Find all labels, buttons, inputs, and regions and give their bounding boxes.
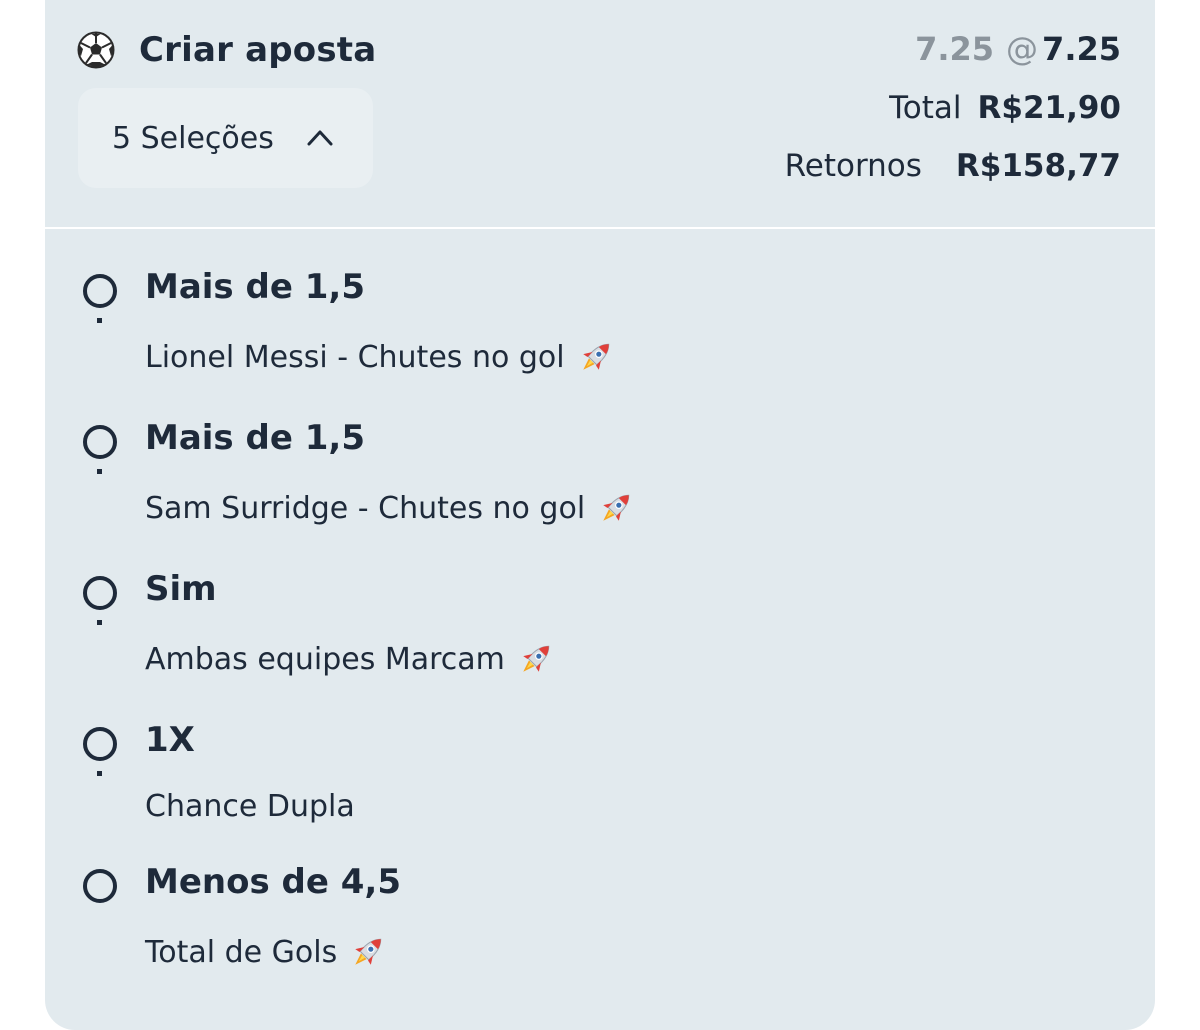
connector-dot bbox=[97, 771, 102, 776]
selections-count-label: 5 Seleções bbox=[112, 120, 274, 156]
odds-display: 7.25 @ 7.25 bbox=[915, 30, 1121, 68]
returns-label: Retornos bbox=[784, 148, 922, 184]
connector-dot bbox=[97, 469, 102, 474]
page-title: Criar aposta bbox=[139, 30, 377, 70]
connector-dot bbox=[97, 318, 102, 323]
selection-market: Sam Surridge - Chutes no gol bbox=[145, 487, 637, 529]
total-row: Total R$21,90 bbox=[889, 90, 1121, 126]
soccer-ball-icon bbox=[77, 31, 115, 69]
selection-market-text: Lionel Messi - Chutes no gol bbox=[145, 339, 565, 375]
chevron-up-icon bbox=[306, 126, 334, 148]
returns-value: R$158,77 bbox=[955, 148, 1121, 184]
selection-market-text: Sam Surridge - Chutes no gol bbox=[145, 490, 586, 526]
odds-original: 7.25 bbox=[915, 30, 995, 68]
selections-toggle-button[interactable]: 5 Seleções bbox=[78, 88, 373, 188]
selection-status-circle bbox=[83, 869, 117, 903]
selection-market-text: Ambas equipes Marcam bbox=[145, 641, 505, 677]
selection-title: Mais de 1,5 bbox=[145, 418, 365, 458]
selection-item: Mais de 1,5 Lionel Messi - Chutes no gol bbox=[45, 229, 1155, 375]
odds-current: 7.25 bbox=[1042, 30, 1121, 68]
rocket-icon bbox=[347, 931, 389, 973]
title-row: Criar aposta bbox=[77, 30, 376, 70]
rocket-icon bbox=[595, 487, 637, 529]
selection-market-text: Chance Dupla bbox=[145, 789, 355, 824]
rocket-icon bbox=[515, 638, 557, 680]
selection-status-circle bbox=[83, 576, 117, 610]
selection-market-text: Total de Gols bbox=[145, 934, 338, 970]
selection-title: Mais de 1,5 bbox=[145, 267, 365, 307]
connector-dot bbox=[97, 620, 102, 625]
selection-status-circle bbox=[83, 274, 117, 308]
selection-market: Chance Dupla bbox=[145, 789, 355, 824]
selection-title: Sim bbox=[145, 569, 217, 609]
selection-status-circle bbox=[83, 425, 117, 459]
selection-item: 1X Chance Dupla bbox=[45, 682, 1155, 824]
total-label: Total bbox=[889, 90, 962, 126]
selection-title: 1X bbox=[145, 720, 195, 760]
selection-market: Ambas equipes Marcam bbox=[145, 638, 557, 680]
selection-item: Sim Ambas equipes Marcam bbox=[45, 531, 1155, 677]
selection-item: Menos de 4,5 Total de Gols bbox=[45, 824, 1155, 970]
odds-separator: @ bbox=[1006, 30, 1039, 68]
selection-market: Total de Gols bbox=[145, 931, 389, 973]
selection-item: Mais de 1,5 Sam Surridge - Chutes no gol bbox=[45, 380, 1155, 526]
total-value: R$21,90 bbox=[977, 90, 1122, 126]
rocket-icon bbox=[575, 336, 617, 378]
selection-title: Menos de 4,5 bbox=[145, 862, 401, 902]
bet-builder-card: Criar aposta 5 Seleções 7.25 @ 7.25 Tota… bbox=[45, 0, 1155, 1030]
returns-row: Retornos R$158,77 bbox=[785, 148, 1121, 184]
bet-header: Criar aposta 5 Seleções 7.25 @ 7.25 Tota… bbox=[45, 0, 1155, 228]
selection-status-circle bbox=[83, 727, 117, 761]
selection-market: Lionel Messi - Chutes no gol bbox=[145, 336, 617, 378]
